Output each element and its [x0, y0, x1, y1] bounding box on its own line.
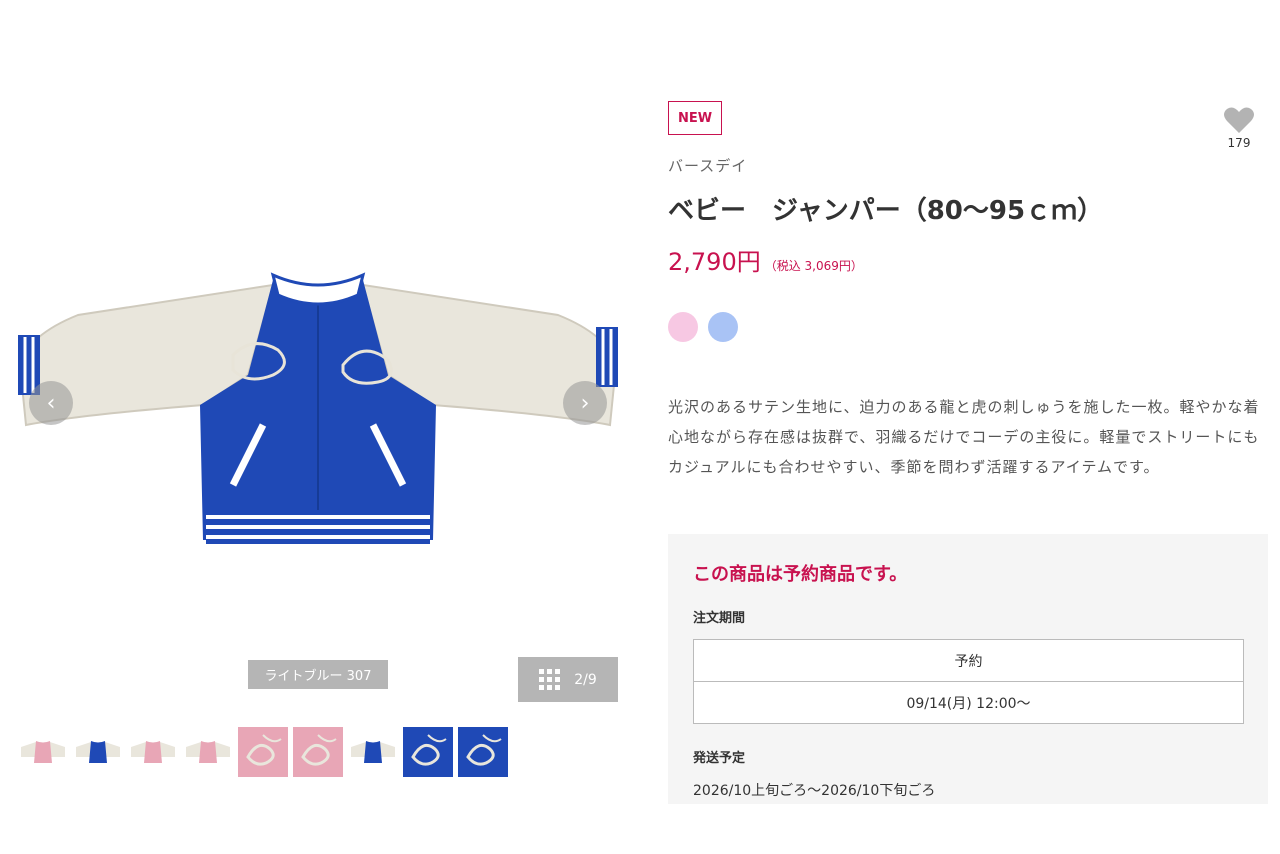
favorite-count: 179	[1227, 136, 1251, 150]
price-value: 2,790円	[668, 248, 761, 276]
favorite-button[interactable]: 179	[1222, 107, 1256, 150]
order-period-label: 注文期間	[693, 611, 746, 626]
thumbnail-pink-detail[interactable]	[293, 727, 343, 777]
thumbnail-pink-front[interactable]	[128, 727, 178, 777]
thumbnail-pink-front[interactable]	[183, 727, 233, 777]
reservation-title: この商品は予約商品です。	[693, 564, 908, 585]
reservation-panel: この商品は予約商品です。 注文期間 予約 09/14(月) 12:00〜 発送予…	[668, 534, 1268, 804]
previous-image-button[interactable]: ‹	[29, 381, 73, 425]
thumbnail-blue-front[interactable]	[348, 727, 398, 777]
color-caption: ライトブルー 307	[248, 660, 388, 689]
next-image-button[interactable]: ›	[563, 381, 607, 425]
thumbnail-strip	[18, 727, 508, 777]
product-title: ベビー ジャンパー（80〜95ｃｍ）	[668, 196, 1104, 226]
price-tax: （税込 3,069円）	[764, 259, 863, 273]
grid-icon	[539, 669, 561, 690]
chevron-left-icon: ‹	[46, 390, 56, 416]
thumbnail-blue-detail[interactable]	[403, 727, 453, 777]
shipping-label: 発送予定	[693, 751, 746, 766]
product-main-image[interactable]	[18, 255, 618, 585]
color-swatch-pink[interactable]	[668, 312, 698, 342]
order-type: 予約	[954, 653, 983, 670]
product-description: 光沢のあるサテン生地に、迫力のある龍と虎の刺しゅうを施した一枚。軽やかな着心地な…	[668, 398, 1260, 476]
image-counter: 2/9	[574, 671, 597, 688]
thumbnail-blue-detail[interactable]	[458, 727, 508, 777]
price: 2,790円 （税込 3,069円）	[668, 242, 863, 277]
color-swatch-light-blue[interactable]	[708, 312, 738, 342]
jacket-image	[18, 272, 618, 544]
thumbnail-pink-front[interactable]	[18, 727, 68, 777]
thumbnail-pink-detail[interactable]	[238, 727, 288, 777]
shipping-value: 2026/10上旬ごろ〜2026/10下旬ごろ	[693, 783, 936, 799]
new-badge: NEW	[668, 101, 722, 135]
brand-name[interactable]: バースデイ	[668, 155, 747, 176]
gallery-grid-button[interactable]: 2/9	[518, 657, 618, 702]
chevron-right-icon: ›	[580, 390, 590, 416]
order-period-value: 09/14(月) 12:00〜	[694, 681, 1243, 723]
heart-icon	[1224, 107, 1254, 133]
order-period-table: 予約 09/14(月) 12:00〜	[693, 639, 1244, 724]
thumbnail-blue-front[interactable]	[73, 727, 123, 777]
